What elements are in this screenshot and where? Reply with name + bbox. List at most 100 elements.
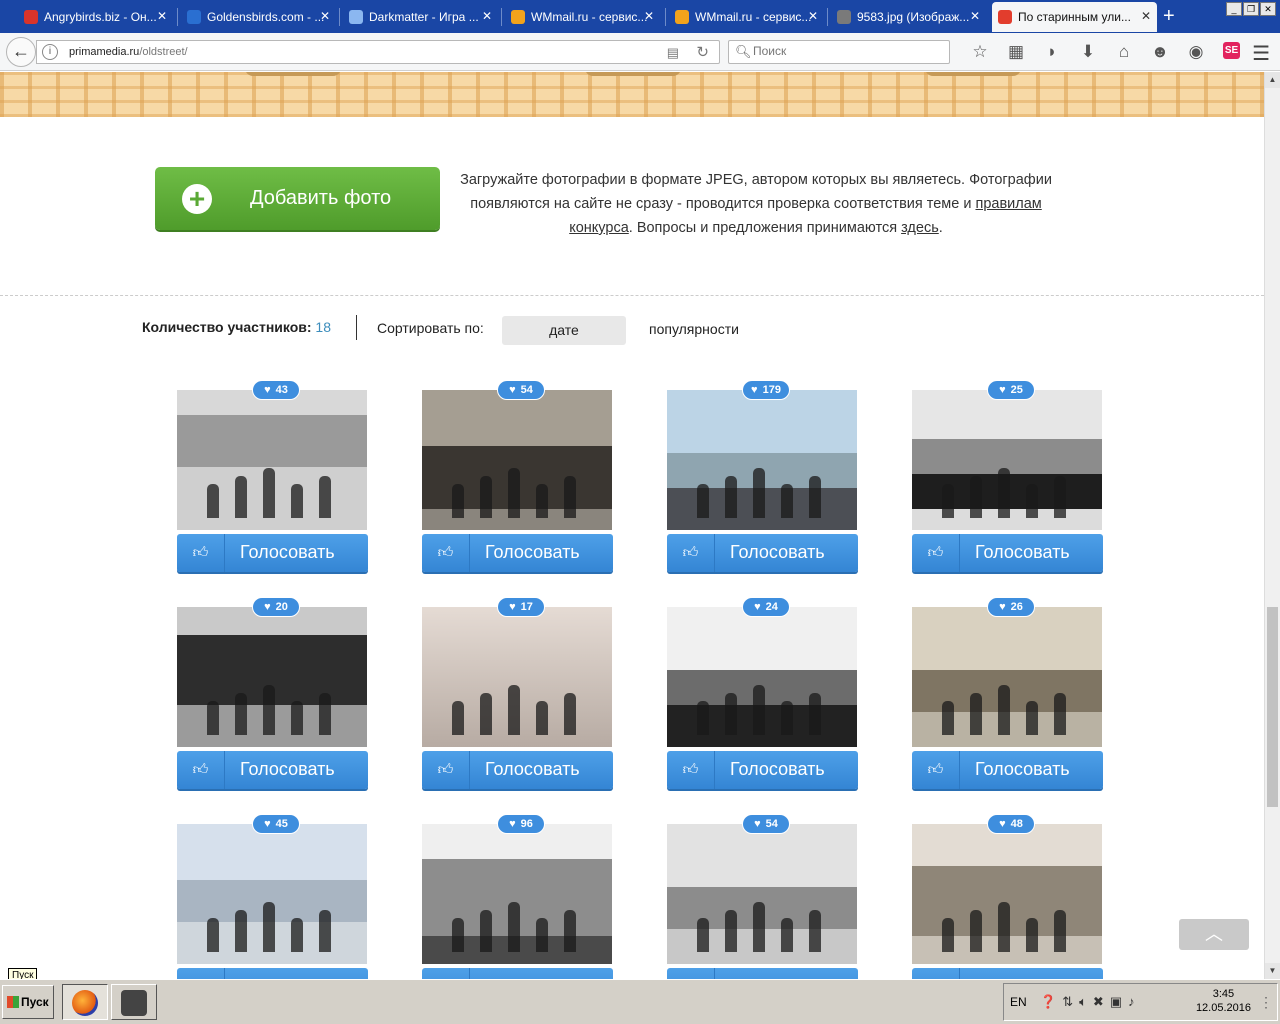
tab-close-icon[interactable]: ✕	[808, 9, 818, 23]
vote-button[interactable]: 👍︎Голосовать	[177, 751, 368, 789]
add-photo-button[interactable]: + Добавить фото	[155, 167, 440, 230]
close-window-button[interactable]: ✕	[1260, 2, 1276, 16]
vote-button[interactable]: 👍︎Голосовать	[912, 968, 1103, 979]
sort-by-date-button[interactable]: дате	[502, 316, 626, 345]
photo-image	[177, 607, 367, 747]
photo-figure	[291, 918, 303, 952]
vote-button[interactable]: 👍︎Голосовать	[667, 534, 858, 572]
se-icon[interactable]: SE	[1223, 42, 1240, 59]
clock-date: 12.05.2016	[1195, 1002, 1251, 1014]
search-input[interactable]	[753, 44, 943, 58]
photo-figure	[1026, 701, 1038, 735]
scroll-down-arrow[interactable]: ▼	[1265, 963, 1280, 979]
download-icon[interactable]: ⬇	[1070, 42, 1106, 62]
vote-button[interactable]: 👍︎Голосовать	[422, 968, 613, 979]
firefox-taskbar-button[interactable]	[62, 984, 108, 1020]
contest-photo[interactable]	[667, 390, 857, 530]
chat-icon[interactable]: ☻	[1142, 42, 1178, 62]
thumbs-up-icon: 👍︎	[422, 968, 470, 979]
photo-figure	[480, 476, 492, 518]
tab-close-icon[interactable]: ✕	[1141, 9, 1151, 23]
sound-icon[interactable]: ♪	[1128, 994, 1135, 1010]
feedback-link[interactable]: здесь	[901, 220, 939, 236]
pocket-icon[interactable]: ◗	[1034, 42, 1070, 62]
vote-button[interactable]: 👍︎Голосовать	[177, 534, 368, 572]
vote-button[interactable]: 👍︎Голосовать	[912, 751, 1103, 789]
contest-photo[interactable]	[912, 824, 1102, 964]
photo-figure	[452, 918, 464, 952]
tab-close-icon[interactable]: ✕	[320, 9, 330, 23]
contest-photo[interactable]	[422, 390, 612, 530]
vote-button[interactable]: 👍︎Голосовать	[422, 751, 613, 789]
address-bar[interactable]: i primamedia.ru/oldstreet/ ▤ ↻	[36, 40, 720, 64]
star-icon[interactable]: ☆	[962, 42, 998, 62]
sort-by-popularity-button[interactable]: популярности	[649, 321, 739, 337]
vote-button[interactable]: 👍︎Голосовать	[667, 751, 858, 789]
home-icon[interactable]: ⌂	[1106, 42, 1142, 62]
language-indicator[interactable]: EN	[1010, 995, 1027, 1009]
likes-badge: ♥ 48	[987, 814, 1035, 834]
thumbs-up-icon: 👍︎	[177, 534, 225, 572]
contest-photo[interactable]	[912, 390, 1102, 530]
start-button[interactable]: Пуск	[2, 985, 54, 1019]
browser-tab[interactable]: 9583.jpg (Изображ... ✕	[831, 2, 986, 32]
search-box[interactable]: 🔍︎	[728, 40, 950, 64]
restore-button[interactable]: ❐	[1243, 2, 1259, 16]
contest-photo[interactable]	[667, 824, 857, 964]
clock: 3:45 12.05.2016	[1196, 987, 1251, 1015]
minimize-button[interactable]: _	[1226, 2, 1242, 16]
back-button[interactable]: ←	[6, 37, 36, 67]
contest-photo[interactable]	[912, 607, 1102, 747]
browser-tab[interactable]: WMmail.ru - сервис... ✕	[669, 2, 824, 32]
updown-icon[interactable]: ⇅	[1062, 994, 1073, 1010]
scroll-thumb[interactable]	[1267, 607, 1278, 807]
tab-label: WMmail.ru - сервис...	[531, 10, 648, 24]
browser-tab[interactable]: Darkmatter - Игра ... ✕	[343, 2, 498, 32]
window-controls: _ ❐ ✕	[1226, 2, 1276, 16]
search-icon: 🔍︎	[735, 44, 752, 59]
tab-close-icon[interactable]: ✕	[644, 9, 654, 23]
photo-figure	[291, 484, 303, 518]
contest-photo[interactable]	[422, 824, 612, 964]
volume-icon[interactable]: 🔈︎	[1079, 994, 1087, 1010]
menu-icon[interactable]: ☰	[1252, 41, 1270, 66]
site-info-icon[interactable]: i	[42, 44, 58, 60]
clock-time: 3:45	[1212, 988, 1235, 1000]
network-icon[interactable]: ▣	[1110, 994, 1122, 1010]
vote-button[interactable]: 👍︎Голосовать	[422, 534, 613, 572]
photo-card: ♥ 43 👍︎ Голосовать	[177, 380, 369, 576]
vote-button[interactable]: 👍︎Голосовать	[912, 534, 1103, 572]
browser-tab[interactable]: Goldensbirds.com - ... ✕	[181, 2, 336, 32]
help-icon[interactable]: ❓	[1040, 994, 1056, 1010]
browser-tab[interactable]: Angrybirds.biz - Он... ✕	[18, 2, 173, 32]
scroll-to-top-button[interactable]: ︿	[1179, 919, 1249, 950]
tab-close-icon[interactable]: ✕	[157, 9, 167, 23]
tab-separator	[827, 8, 828, 26]
reader-view-icon[interactable]: ▤	[667, 45, 679, 61]
tab-close-icon[interactable]: ✕	[482, 9, 492, 23]
vote-button[interactable]: 👍︎Голосовать	[667, 968, 858, 979]
browser-tab[interactable]: WMmail.ru - сервис... ✕	[505, 2, 660, 32]
photo-card: ♥ 48 👍︎Голосовать	[912, 814, 1104, 979]
reading-list-icon[interactable]: ▦	[998, 42, 1034, 62]
contest-photo[interactable]	[177, 607, 367, 747]
divider	[0, 295, 1264, 296]
photo-card: ♥ 24 👍︎ Голосовать	[667, 597, 859, 793]
photo-figure	[207, 918, 219, 952]
url-text[interactable]: primamedia.ru/oldstreet/	[69, 46, 188, 58]
network-error-icon[interactable]: ✖	[1093, 994, 1104, 1010]
contest-photo[interactable]	[667, 607, 857, 747]
contest-photo[interactable]	[422, 607, 612, 747]
reload-icon[interactable]: ↻	[696, 43, 709, 61]
game-taskbar-button[interactable]	[111, 984, 157, 1020]
contest-photo[interactable]	[177, 390, 367, 530]
contest-photo[interactable]	[177, 824, 367, 964]
vote-button[interactable]: 👍︎Голосовать	[177, 968, 368, 979]
eye-icon[interactable]: ◉	[1178, 42, 1214, 62]
scroll-up-arrow[interactable]: ▲	[1265, 72, 1280, 88]
tab-close-icon[interactable]: ✕	[970, 9, 980, 23]
browser-tab[interactable]: По старинным ули... ✕	[992, 2, 1157, 32]
page-scrollbar[interactable]: ▲ ▼	[1264, 72, 1280, 979]
tab-favicon-icon	[349, 10, 363, 24]
new-tab-button[interactable]: +	[1163, 5, 1175, 28]
